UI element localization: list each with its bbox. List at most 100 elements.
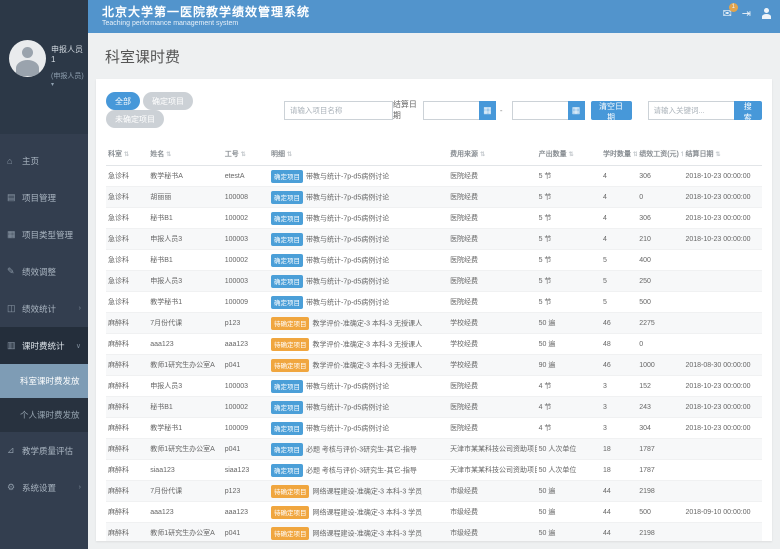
table-row: 麻醉科 siaa123 siaa123 确定项目必题 考核与评价-3研究生-其它… [106, 460, 762, 481]
cell-settle-date: 2018-10-23 00:00:00 [683, 208, 762, 229]
cell-output-qty: 50 遍 [537, 481, 601, 502]
column-header[interactable]: 工号⇅ [223, 143, 269, 166]
cell-fee-source: 医院经费 [448, 187, 537, 208]
cell-salary: 152 [637, 376, 683, 397]
sidebar-subitem-personal-course-fee[interactable]: 个人课时费发放 [0, 398, 88, 432]
column-header[interactable]: 产出数量⇅ [537, 143, 601, 166]
table-row: 麻醉科 aaa123 aaa123 待确定项目教学评价-准确定-3 本科-3 无… [106, 334, 762, 355]
table-row: 急诊科 教学秘书1 100009 确定项目带教与统计-7p-d5病例讨论 医院经… [106, 292, 762, 313]
cell-name: 秘书B1 [148, 397, 222, 418]
column-header[interactable]: 结算日期⇅ [683, 143, 762, 166]
cell-output-qty: 5 节 [537, 250, 601, 271]
date-from-group: ▦ [423, 101, 496, 120]
sidebar-item-label: 主页 [22, 155, 39, 167]
cell-employee-id: 100002 [223, 208, 269, 229]
cell-hours-qty: 5 [601, 271, 637, 292]
clear-date-button[interactable]: 清空日期 [591, 101, 632, 120]
sidebar-subitem-dept-course-fee[interactable]: 科室课时费发放 [0, 364, 88, 398]
sidebar-item-system-settings[interactable]: ⚙ 系统设置 › [0, 469, 88, 506]
avatar[interactable] [9, 40, 46, 77]
column-header[interactable]: 费用来源⇅ [448, 143, 537, 166]
calendar-icon[interactable]: ▦ [568, 101, 585, 120]
sidebar-item-performance-adjust[interactable]: ✎ 绩效调整 [0, 253, 88, 290]
column-header[interactable]: 绩效工资(元)⇅ [637, 143, 683, 166]
cell-hours-qty: 3 [601, 418, 637, 439]
cell-detail: 确定项目带教与统计-7p-d5病例讨论 [269, 166, 448, 187]
sidebar-item-project-type-mgmt[interactable]: ▦ 项目类型管理 [0, 216, 88, 253]
cell-detail: 待确定项目网络课程建设-准确定-3 本科-3 学员 [269, 502, 448, 523]
table-row: 急诊科 胡丽丽 100008 确定项目带教与统计-7p-d5病例讨论 医院经费 … [106, 187, 762, 208]
column-header[interactable]: 明细⇅ [269, 143, 448, 166]
cell-output-qty: 5 节 [537, 229, 601, 250]
sort-icon[interactable]: ⇅ [241, 152, 246, 158]
table-row: 急诊科 秘书B1 100002 确定项目带教与统计-7p-d5病例讨论 医院经费… [106, 208, 762, 229]
cell-employee-id: aaa123 [223, 334, 269, 355]
filter-button[interactable]: 未确定项目 [106, 110, 164, 128]
cell-output-qty: 4 节 [537, 376, 601, 397]
sidebar-item-project-mgmt[interactable]: ▤ 项目管理 [0, 179, 88, 216]
cell-fee-source: 医院经费 [448, 292, 537, 313]
app-title: 北京大学第一医院教学绩效管理系统 [88, 0, 780, 20]
column-header[interactable]: 科室⇅ [106, 143, 148, 166]
cell-settle-date: 2018-10-23 00:00:00 [683, 397, 762, 418]
cell-salary: 500 [637, 502, 683, 523]
keyword-input[interactable] [648, 101, 734, 120]
cell-employee-id: 100002 [223, 250, 269, 271]
cell-hours-qty: 44 [601, 502, 637, 523]
sidebar-menu: ⌂ 主页 ▤ 项目管理 ▦ 项目类型管理 ✎ 绩效调整 ◫ 绩效统计 › ▥ 课… [0, 134, 88, 506]
sort-icon[interactable]: ⇅ [124, 152, 129, 158]
cell-salary: 250 [637, 271, 683, 292]
sort-icon[interactable]: ⇅ [287, 152, 292, 158]
date-to-input[interactable] [512, 101, 568, 120]
cell-fee-source: 市级经费 [448, 523, 537, 542]
cell-settle-date [683, 313, 762, 334]
cell-employee-id: p123 [223, 313, 269, 334]
chevron-icon: ∨ [76, 342, 81, 350]
project-mgmt-icon: ▤ [7, 192, 19, 203]
cell-hours-qty: 3 [601, 376, 637, 397]
sidebar-item-home[interactable]: ⌂ 主页 [0, 142, 88, 179]
table-row: 麻醉科 aaa123 aaa123 待确定项目网络课程建设-准确定-3 本科-3… [106, 502, 762, 523]
status-badge: 确定项目 [271, 191, 303, 204]
user-icon[interactable] [761, 8, 772, 19]
project-name-input[interactable] [284, 101, 393, 120]
column-header[interactable]: 学时数量⇅ [601, 143, 637, 166]
course-fee-table: 科室⇅姓名⇅工号⇅明细⇅费用来源⇅产出数量⇅学时数量⇅绩效工资(元)⇅结算日期⇅… [106, 143, 762, 541]
message-icon[interactable]: ✉1 [723, 7, 732, 20]
filter-button[interactable]: 确定项目 [143, 92, 193, 110]
calendar-icon[interactable]: ▦ [479, 101, 496, 120]
sort-icon[interactable]: ⇅ [681, 152, 684, 158]
sort-icon[interactable]: ⇅ [569, 152, 574, 158]
cell-employee-id: aaa123 [223, 502, 269, 523]
cell-department: 急诊科 [106, 208, 148, 229]
cell-name: aaa123 [148, 334, 222, 355]
sidebar-item-performance-stats[interactable]: ◫ 绩效统计 › [0, 290, 88, 327]
cell-fee-source: 学校经费 [448, 355, 537, 376]
cell-settle-date: 2018-08-30 00:00:00 [683, 355, 762, 376]
notification-badge: 1 [729, 3, 738, 12]
cell-salary: 2198 [637, 481, 683, 502]
cell-department: 麻醉科 [106, 481, 148, 502]
user-role[interactable]: (申报人员) ▾ [51, 71, 84, 88]
sort-icon[interactable]: ⇅ [633, 152, 637, 158]
cell-fee-source: 医院经费 [448, 376, 537, 397]
cell-salary: 304 [637, 418, 683, 439]
cell-salary: 500 [637, 292, 683, 313]
cell-detail: 确定项目带教与统计-7p-d5病例讨论 [269, 187, 448, 208]
sidebar-item-course-fee-stats[interactable]: ▥ 课时费统计 ∨ [0, 327, 88, 364]
system-settings-icon: ⚙ [7, 482, 19, 493]
cell-detail: 确定项目带教与统计-7p-d5病例讨论 [269, 229, 448, 250]
filter-button[interactable]: 全部 [106, 92, 140, 110]
cell-name: 申报人员3 [148, 376, 222, 397]
sort-icon[interactable]: ⇅ [166, 152, 171, 158]
table-row: 急诊科 秘书B1 100002 确定项目带教与统计-7p-d5病例讨论 医院经费… [106, 250, 762, 271]
logout-icon[interactable]: ⇥ [742, 7, 751, 20]
date-from-input[interactable] [423, 101, 479, 120]
sort-icon[interactable]: ⇅ [480, 152, 485, 158]
sort-icon[interactable]: ⇅ [715, 152, 720, 158]
column-header[interactable]: 姓名⇅ [148, 143, 222, 166]
sidebar-item-teaching-quality[interactable]: ⊿ 教学质量评估 [0, 432, 88, 469]
search-button[interactable]: 搜索 [734, 101, 762, 120]
course-fee-stats-icon: ▥ [7, 340, 19, 351]
cell-output-qty: 5 节 [537, 187, 601, 208]
